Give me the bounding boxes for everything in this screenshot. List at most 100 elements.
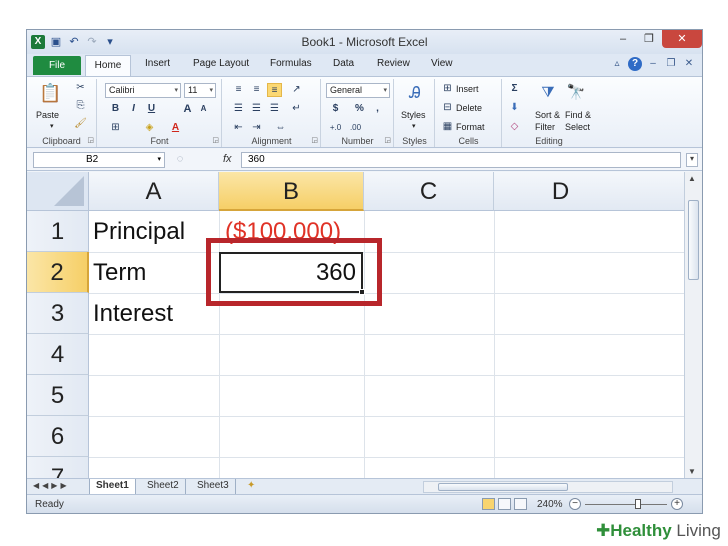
percent-button[interactable]: % xyxy=(352,102,367,116)
font-color-icon[interactable]: A xyxy=(168,121,183,135)
italic-button[interactable]: I xyxy=(126,102,141,116)
tab-insert[interactable]: Insert xyxy=(145,58,170,69)
tab-home[interactable]: Home xyxy=(85,55,131,76)
sheet-tab-1[interactable]: Sheet1 xyxy=(89,479,136,494)
align-bottom-icon[interactable]: ≡ xyxy=(267,83,282,97)
find-select-icon[interactable]: 🔭 xyxy=(565,83,587,103)
styles-button[interactable]: Styles xyxy=(401,110,426,120)
decrease-indent-icon[interactable]: ⇤ xyxy=(231,121,246,135)
zoom-in-button[interactable]: + xyxy=(671,498,683,510)
currency-button[interactable]: $ xyxy=(328,102,343,116)
filter-label[interactable]: Filter xyxy=(535,122,555,132)
borders-icon[interactable]: ⊞ xyxy=(108,121,123,135)
row-header-4[interactable]: 4 xyxy=(27,334,89,375)
merge-center-icon[interactable]: ⇔ xyxy=(273,121,288,135)
align-top-icon[interactable]: ≡ xyxy=(231,83,246,97)
increase-decimal-icon[interactable]: +.0 xyxy=(328,121,343,135)
delete-button[interactable]: Delete xyxy=(456,103,482,113)
paste-dropdown-icon[interactable]: ▾ xyxy=(50,122,54,130)
zoom-out-button[interactable]: − xyxy=(569,498,581,510)
column-header-d[interactable]: D xyxy=(494,172,684,211)
sheet-tab-3[interactable]: Sheet3 xyxy=(191,479,236,494)
number-launcher-icon[interactable]: ◲ xyxy=(384,136,391,144)
restore-button[interactable]: ❐ xyxy=(636,30,662,48)
scroll-down-icon[interactable]: ▼ xyxy=(688,467,696,476)
cell-a1[interactable]: Principal xyxy=(93,211,219,252)
delete-cells-icon[interactable]: ⊟ xyxy=(440,101,455,115)
formula-input[interactable]: 360 xyxy=(241,152,681,168)
sheet-nav-icons[interactable]: ◀◀▶▶ xyxy=(33,481,70,490)
comma-button[interactable]: , xyxy=(370,102,385,116)
zoom-slider-handle[interactable] xyxy=(635,499,641,509)
font-launcher-icon[interactable]: ◲ xyxy=(212,136,219,144)
font-size-combo[interactable]: 11 ▾ xyxy=(184,83,216,98)
sort-label[interactable]: Sort & xyxy=(535,110,560,120)
underline-button[interactable]: U xyxy=(144,102,159,116)
cut-icon[interactable]: ✂ xyxy=(73,81,88,95)
format-painter-icon[interactable]: 🖌 xyxy=(73,117,88,131)
bold-button[interactable]: B xyxy=(108,102,123,116)
align-center-icon[interactable]: ☰ xyxy=(249,102,264,116)
row-header-2[interactable]: 2 xyxy=(27,252,89,293)
zoom-slider[interactable] xyxy=(585,504,667,505)
row-header-1[interactable]: 1 xyxy=(27,211,89,252)
cell-a3[interactable]: Interest xyxy=(93,293,219,334)
expand-formula-icon[interactable]: ▾ xyxy=(686,153,698,167)
select-all-button[interactable] xyxy=(27,172,89,211)
tab-formulas[interactable]: Formulas xyxy=(270,58,312,69)
minimize-ribbon-icon[interactable]: ▵ xyxy=(610,57,624,71)
close-button[interactable]: ✕ xyxy=(662,30,702,48)
column-header-a[interactable]: A xyxy=(89,172,219,211)
sort-filter-icon[interactable]: ⧩ xyxy=(537,83,559,103)
workbook-restore-icon[interactable]: ❐ xyxy=(664,57,678,71)
align-left-icon[interactable]: ☰ xyxy=(231,102,246,116)
copy-icon[interactable]: ⎘ xyxy=(73,99,88,113)
vertical-scroll-thumb[interactable] xyxy=(688,200,699,280)
row-header-7[interactable]: 7 xyxy=(27,457,89,478)
shrink-font-button[interactable]: A xyxy=(196,102,211,116)
horizontal-scroll-thumb[interactable] xyxy=(438,483,568,491)
workbook-minimize-icon[interactable]: – xyxy=(646,57,660,71)
page-break-view-icon[interactable] xyxy=(514,498,527,510)
orientation-icon[interactable]: ↗ xyxy=(289,83,304,97)
increase-indent-icon[interactable]: ⇥ xyxy=(249,121,264,135)
number-format-combo[interactable]: General ▾ xyxy=(326,83,390,98)
cell-a2[interactable]: Term xyxy=(93,252,219,293)
find-label[interactable]: Find & xyxy=(565,110,591,120)
workbook-close-icon[interactable]: ✕ xyxy=(682,57,696,71)
decrease-decimal-icon[interactable]: .00 xyxy=(348,121,363,135)
tab-view[interactable]: View xyxy=(431,58,453,69)
name-box[interactable]: B2 ▾ xyxy=(33,152,165,168)
tab-page-layout[interactable]: Page Layout xyxy=(193,58,249,69)
autosum-button[interactable]: Σ xyxy=(507,82,522,96)
insert-cells-icon[interactable]: ⊞ xyxy=(440,82,455,96)
help-icon[interactable]: ? xyxy=(628,57,642,71)
select-label[interactable]: Select xyxy=(565,122,590,132)
tab-data[interactable]: Data xyxy=(333,58,354,69)
insert-button[interactable]: Insert xyxy=(456,84,479,94)
font-name-combo[interactable]: Calibri ▾ xyxy=(105,83,181,98)
insert-sheet-icon[interactable]: ✦ xyxy=(241,479,261,494)
row-header-6[interactable]: 6 xyxy=(27,416,89,457)
grow-font-button[interactable]: A xyxy=(180,102,195,116)
alignment-launcher-icon[interactable]: ◲ xyxy=(311,136,318,144)
align-right-icon[interactable]: ☰ xyxy=(267,102,282,116)
fill-color-icon[interactable]: ◈ xyxy=(142,121,157,135)
zoom-level[interactable]: 240% xyxy=(537,499,563,510)
row-header-3[interactable]: 3 xyxy=(27,293,89,334)
styles-dropdown-icon[interactable]: ▾ xyxy=(412,122,416,130)
column-header-c[interactable]: C xyxy=(364,172,494,211)
align-middle-icon[interactable]: ≡ xyxy=(249,83,264,97)
sheet-tab-2[interactable]: Sheet2 xyxy=(141,479,186,494)
format-cells-icon[interactable]: ▦ xyxy=(440,120,455,134)
scroll-up-icon[interactable]: ▲ xyxy=(688,174,696,183)
column-header-b[interactable]: B xyxy=(219,172,364,211)
paste-button[interactable]: Paste xyxy=(36,110,59,120)
horizontal-scrollbar[interactable] xyxy=(423,481,673,493)
clear-icon[interactable]: ◇ xyxy=(507,120,522,134)
vertical-scrollbar[interactable]: ▲ ▼ xyxy=(684,172,702,478)
row-header-5[interactable]: 5 xyxy=(27,375,89,416)
page-layout-view-icon[interactable] xyxy=(498,498,511,510)
minimize-button[interactable]: – xyxy=(610,30,636,48)
wrap-text-icon[interactable]: ↵ xyxy=(289,102,304,116)
